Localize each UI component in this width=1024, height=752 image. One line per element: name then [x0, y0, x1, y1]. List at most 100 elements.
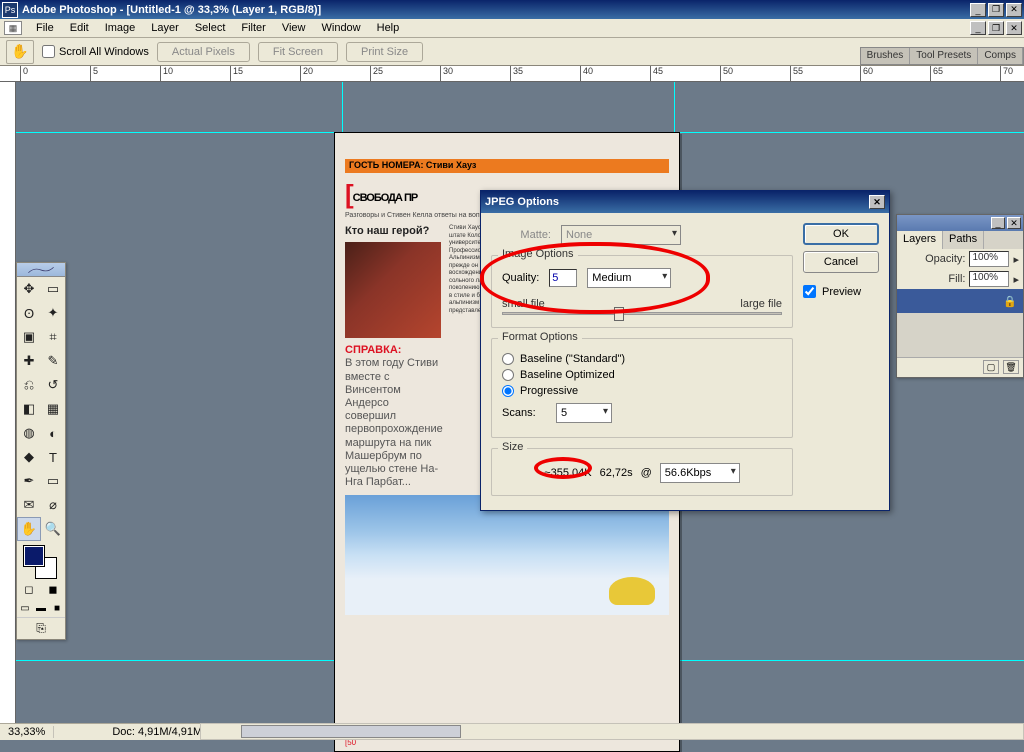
ruler-horizontal: 0 5 10 15 20 25 30 35 40 45 50 55 60 65 … — [0, 66, 1024, 82]
jpeg-options-dialog: JPEG Options ✕ Matte: None Image Options… — [480, 190, 890, 511]
maximize-button[interactable]: ❐ — [988, 3, 1004, 17]
doc-size-status[interactable]: Doc: 4,91M/4,91M — [104, 726, 211, 738]
jump-to-button[interactable]: ⎘ — [17, 617, 65, 639]
tool-type[interactable]: T — [41, 445, 65, 469]
zoom-status[interactable]: 33,33% — [0, 726, 54, 738]
standard-mode-button[interactable]: ◻ — [17, 579, 41, 599]
dialog-titlebar[interactable]: JPEG Options ✕ — [481, 191, 889, 213]
screen-mode-3[interactable]: ■ — [49, 599, 65, 617]
screen-mode-1[interactable]: ▭ — [17, 599, 33, 617]
layers-panel: _ ✕ Layers Paths Opacity: 100%▸ Fill: 10… — [896, 214, 1024, 378]
tool-pen[interactable]: ✒ — [17, 469, 41, 493]
minimize-button[interactable]: _ — [970, 3, 986, 17]
tool-zoom[interactable]: 🔍 — [41, 517, 65, 541]
tool-healing[interactable]: ✚ — [17, 349, 41, 373]
size-legend: Size — [498, 441, 527, 453]
menu-view[interactable]: View — [274, 20, 314, 36]
tool-brush[interactable]: ✎ — [41, 349, 65, 373]
quality-slider-thumb[interactable] — [614, 307, 624, 321]
tool-history-brush[interactable]: ↺ — [41, 373, 65, 397]
new-layer-button[interactable]: ▢ — [983, 360, 999, 374]
fit-screen-button[interactable]: Fit Screen — [258, 42, 338, 62]
tool-marquee[interactable]: ▭ — [41, 277, 65, 301]
tool-wand[interactable]: ✦ — [41, 301, 65, 325]
doc-restore-button[interactable]: ❐ — [988, 21, 1004, 35]
menu-image[interactable]: Image — [97, 20, 144, 36]
tool-hand[interactable]: ✋ — [17, 517, 41, 541]
quickmask-mode-button[interactable]: ◼ — [41, 579, 65, 599]
toolbox-header[interactable] — [17, 263, 65, 277]
quality-input[interactable] — [549, 269, 577, 287]
scroll-all-checkbox[interactable]: Scroll All Windows — [42, 45, 149, 58]
print-size-button[interactable]: Print Size — [346, 42, 423, 62]
actual-pixels-button[interactable]: Actual Pixels — [157, 42, 250, 62]
cancel-button[interactable]: Cancel — [803, 251, 879, 273]
tool-move[interactable]: ✥ — [17, 277, 41, 301]
tool-eraser[interactable]: ◧ — [17, 397, 41, 421]
menu-layer[interactable]: Layer — [143, 20, 187, 36]
baseline-standard-radio[interactable]: Baseline ("Standard") — [502, 353, 782, 365]
quality-slider[interactable] — [502, 312, 782, 315]
tab-tool-presets[interactable]: Tool Presets — [910, 48, 978, 64]
dialog-title: JPEG Options — [485, 196, 869, 208]
tool-stamp[interactable]: ⎌ — [17, 373, 41, 397]
progressive-radio[interactable]: Progressive — [502, 385, 782, 397]
screen-mode-2[interactable]: ▬ — [33, 599, 49, 617]
menu-select[interactable]: Select — [187, 20, 234, 36]
tab-paths[interactable]: Paths — [943, 231, 984, 249]
opacity-field[interactable]: 100% — [969, 251, 1009, 267]
scans-select[interactable]: 5 — [556, 403, 612, 423]
quality-label: Quality: — [502, 272, 539, 284]
doc-minimize-button[interactable]: _ — [970, 21, 986, 35]
horizontal-scrollbar[interactable] — [200, 723, 1024, 740]
tool-dodge[interactable]: ◐ — [41, 421, 65, 445]
tool-crop[interactable]: ▣ — [17, 325, 41, 349]
tool-path-sel[interactable]: ◆ — [17, 445, 41, 469]
menu-help[interactable]: Help — [369, 20, 408, 36]
doc-left-column: Кто наш герой? СПРАВКА: В этом году Стив… — [345, 225, 441, 489]
doc-portrait-image — [345, 242, 441, 338]
tab-comps[interactable]: Comps — [978, 48, 1023, 64]
tab-brushes[interactable]: Brushes — [861, 48, 911, 64]
layer-row[interactable]: 🔒 — [897, 289, 1023, 313]
tool-gradient[interactable]: ▦ — [41, 397, 65, 421]
tool-notes[interactable]: ✉ — [17, 493, 41, 517]
bitrate-select[interactable]: 56.6Kbps — [660, 463, 740, 483]
preview-checkbox[interactable]: Preview — [803, 285, 879, 298]
panel-minimize-button[interactable]: _ — [991, 217, 1005, 229]
tab-layers[interactable]: Layers — [897, 231, 943, 249]
tool-shape[interactable]: ▭ — [41, 469, 65, 493]
scrollbar-thumb[interactable] — [241, 725, 461, 738]
tool-slice[interactable]: ⌗ — [41, 325, 65, 349]
color-swatches[interactable] — [17, 541, 65, 579]
delete-layer-button[interactable]: 🗑 — [1003, 360, 1019, 374]
tool-lasso[interactable]: ʘ — [17, 301, 41, 325]
large-file-label: large file — [740, 298, 782, 310]
menu-filter[interactable]: Filter — [233, 20, 273, 36]
menu-file[interactable]: File — [28, 20, 62, 36]
ok-button[interactable]: OK — [803, 223, 879, 245]
tool-eyedropper[interactable]: ⌀ — [41, 493, 65, 517]
doc-close-button[interactable]: ✕ — [1006, 21, 1022, 35]
fill-field[interactable]: 100% — [969, 271, 1009, 287]
scans-label: Scans: — [502, 407, 546, 419]
format-options-legend: Format Options — [498, 331, 582, 343]
baseline-optimized-radio[interactable]: Baseline Optimized — [502, 369, 782, 381]
document-icon: ▦ — [4, 21, 22, 35]
size-time: 62,72s — [600, 467, 633, 479]
size-value: ~355,04K — [544, 467, 591, 479]
current-tool-icon[interactable]: ✋ — [6, 40, 34, 64]
menu-window[interactable]: Window — [314, 20, 369, 36]
tool-blur[interactable]: ◍ — [17, 421, 41, 445]
panel-close-button[interactable]: ✕ — [1007, 217, 1021, 229]
quality-preset-select[interactable]: Medium — [587, 268, 671, 288]
scroll-all-input[interactable] — [42, 45, 55, 58]
close-button[interactable]: ✕ — [1006, 3, 1022, 17]
app-titlebar: Ps Adobe Photoshop - [Untitled-1 @ 33,3%… — [0, 0, 1024, 19]
menu-edit[interactable]: Edit — [62, 20, 97, 36]
foreground-color-swatch[interactable] — [23, 545, 45, 567]
preview-input[interactable] — [803, 285, 816, 298]
at-label: @ — [641, 467, 652, 479]
matte-select[interactable]: None — [561, 225, 681, 245]
dialog-close-button[interactable]: ✕ — [869, 195, 885, 209]
